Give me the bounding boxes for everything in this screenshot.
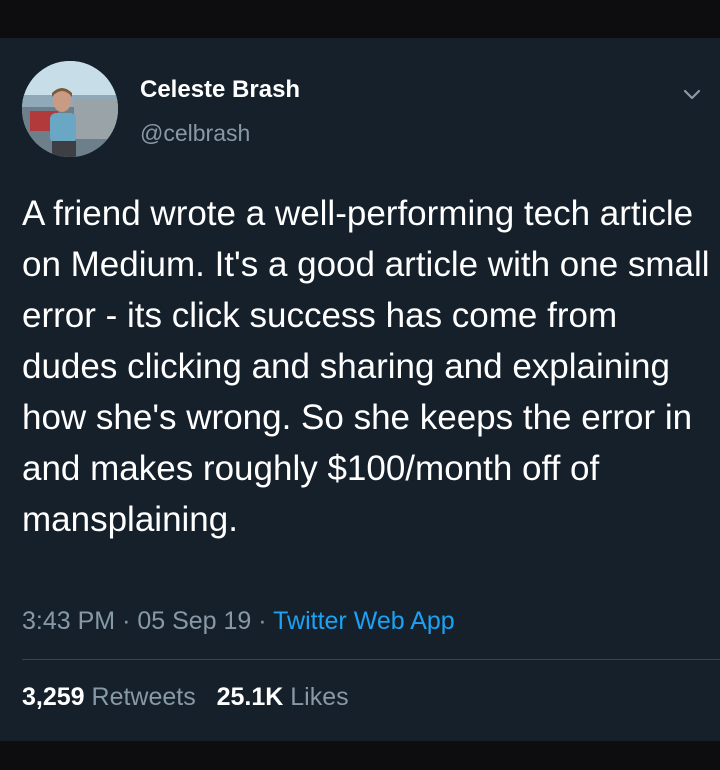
retweets-stat[interactable]: 3,259 Retweets [22, 683, 203, 711]
chevron-down-icon[interactable] [680, 82, 704, 106]
author-handle[interactable]: @celbrash [140, 120, 250, 147]
meta-separator: · [122, 607, 131, 635]
likes-count: 25.1K [216, 683, 284, 711]
tweet-time[interactable]: 3:43 PM [22, 607, 115, 635]
tweet-meta: 3:43 PM · 05 Sep 19 · Twitter Web App [22, 607, 455, 636]
divider [22, 659, 720, 660]
bottom-bar [0, 741, 720, 770]
meta-separator: · [258, 607, 267, 635]
retweets-label: Retweets [91, 683, 196, 711]
tweet-stats: 3,259 Retweets 25.1K Likes [22, 683, 349, 712]
avatar[interactable] [22, 61, 118, 157]
retweets-count: 3,259 [22, 683, 85, 711]
tweet-source-link[interactable]: Twitter Web App [273, 607, 455, 635]
author-name[interactable]: Celeste Brash [140, 76, 300, 104]
likes-label: Likes [290, 683, 349, 711]
tweet-card: Celeste Brash @celbrash A friend wrote a… [0, 38, 720, 741]
top-bar [0, 0, 720, 38]
tweet-text: A friend wrote a well-performing tech ar… [22, 194, 710, 539]
tweet-date[interactable]: 05 Sep 19 [137, 607, 251, 635]
likes-stat[interactable]: 25.1K Likes [217, 683, 349, 711]
